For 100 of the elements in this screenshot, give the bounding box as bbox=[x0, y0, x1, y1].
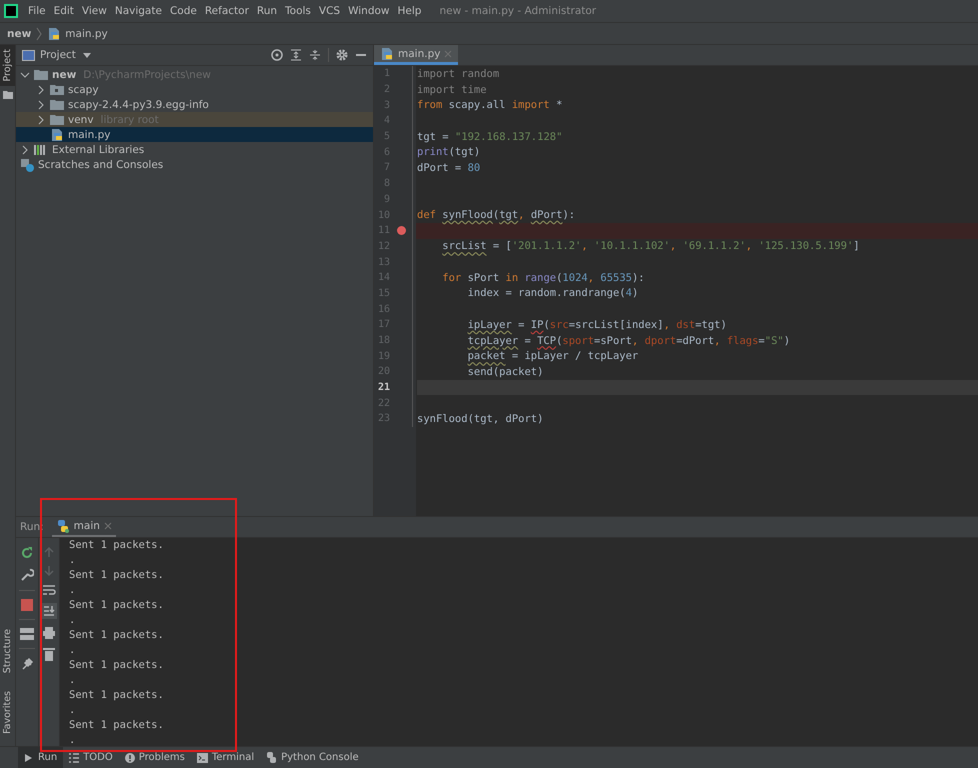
code-token: synFlood bbox=[442, 209, 493, 222]
code-token: ( bbox=[556, 272, 562, 284]
menu-item[interactable]: Navigate bbox=[110, 5, 166, 17]
rerun-icon[interactable] bbox=[20, 546, 34, 560]
chevron-icon[interactable] bbox=[36, 114, 46, 124]
code-token: '201.1.1.2' bbox=[512, 240, 582, 252]
console-output-line: Sent 1 packets. bbox=[69, 658, 165, 673]
code-token: dPort = bbox=[417, 162, 462, 174]
code-token: (tgt) bbox=[448, 146, 480, 158]
tree-item[interactable]: scapy bbox=[16, 82, 373, 97]
code-token: 65535 bbox=[600, 272, 632, 284]
code-token: "S" bbox=[764, 334, 784, 347]
console-output-line: . bbox=[69, 673, 76, 688]
menu-item[interactable]: Window bbox=[344, 5, 394, 17]
code-token: = bbox=[758, 334, 765, 347]
panel-icon bbox=[22, 50, 35, 60]
code-token: sPort bbox=[468, 272, 500, 284]
menu-item[interactable]: Help bbox=[394, 5, 426, 17]
editor-tab[interactable]: main.py bbox=[374, 45, 458, 65]
tool-window-tab[interactable]: Problems bbox=[118, 747, 191, 768]
code-token: =tgt) bbox=[695, 318, 727, 331]
code-token: ): bbox=[562, 209, 576, 222]
console-output-line: . bbox=[69, 583, 76, 598]
menu-item[interactable]: Run bbox=[252, 5, 282, 17]
project-tool-button[interactable]: Project bbox=[0, 45, 15, 86]
tool-window-tab[interactable]: TODO bbox=[63, 747, 119, 768]
console-output-line: Sent 1 packets. bbox=[69, 598, 165, 613]
code-token: , bbox=[746, 240, 754, 252]
line-number: 21 bbox=[376, 382, 390, 394]
code-token: src bbox=[550, 318, 569, 331]
chevron-icon[interactable] bbox=[20, 144, 30, 154]
code-token: "192.168.137.128" bbox=[454, 130, 562, 143]
trash-icon[interactable] bbox=[43, 647, 55, 661]
tool-window-tab[interactable]: Python Console bbox=[260, 747, 365, 768]
expand-all-icon[interactable] bbox=[290, 49, 302, 61]
code-token: for bbox=[442, 272, 462, 284]
code-token: * bbox=[556, 99, 562, 112]
code-token: tgt bbox=[499, 209, 518, 222]
tool-window-tab[interactable]: Terminal bbox=[190, 747, 260, 768]
list-icon bbox=[69, 752, 80, 762]
panel-title[interactable]: Project bbox=[40, 49, 76, 61]
dropdown-icon[interactable] bbox=[82, 52, 91, 58]
menu-item[interactable]: VCS bbox=[314, 5, 344, 17]
code-token: send(packet) bbox=[468, 366, 544, 378]
layout-icon[interactable] bbox=[20, 628, 34, 640]
breadcrumb-item[interactable]: main.py bbox=[65, 28, 108, 40]
code-token: = ipLayer / tcpLayer bbox=[510, 350, 638, 362]
wrench-icon[interactable] bbox=[20, 568, 34, 582]
console-output-line: . bbox=[69, 733, 76, 746]
chevron-icon bbox=[35, 26, 44, 40]
python-file-icon bbox=[380, 46, 394, 60]
folder-icon bbox=[2, 90, 12, 99]
tree-item[interactable]: main.py bbox=[16, 127, 373, 142]
pin-icon[interactable] bbox=[20, 657, 34, 671]
code-token: tcpLayer bbox=[468, 334, 518, 347]
soft-wrap-icon[interactable] bbox=[42, 584, 56, 596]
menu-item[interactable]: Code bbox=[166, 5, 201, 17]
code-token: print bbox=[417, 146, 449, 158]
tree-item[interactable]: Scratches and Consoles bbox=[16, 157, 373, 172]
menu-item[interactable]: Refactor bbox=[200, 5, 253, 17]
tool-window-button[interactable]: Structure bbox=[2, 628, 13, 674]
code-token: synFlood(tgt, dPort) bbox=[417, 412, 544, 425]
menu-item[interactable]: File bbox=[24, 5, 50, 17]
console-output-line: Sent 1 packets. bbox=[69, 568, 165, 583]
code-token: packet bbox=[468, 350, 506, 362]
code-token: , bbox=[581, 240, 589, 252]
print-icon[interactable] bbox=[42, 626, 56, 640]
chevron-icon[interactable] bbox=[36, 100, 46, 110]
terminal-icon bbox=[196, 752, 208, 762]
breakpoint-icon[interactable] bbox=[396, 226, 406, 235]
code-token: '69.1.1.2' bbox=[682, 240, 746, 252]
console-output-line: . bbox=[69, 703, 76, 718]
code-token: ) bbox=[784, 334, 790, 347]
breadcrumb-item[interactable]: new bbox=[7, 28, 32, 40]
code-token: =srcList[index] bbox=[568, 318, 664, 331]
collapse-all-icon[interactable] bbox=[309, 49, 321, 61]
python-file-icon bbox=[47, 26, 62, 40]
code-token: TCP bbox=[537, 334, 556, 347]
settings-icon[interactable] bbox=[336, 49, 348, 61]
locate-icon[interactable] bbox=[271, 49, 283, 61]
menu-item[interactable]: Edit bbox=[50, 5, 78, 17]
tree-item[interactable]: scapy-2.4.4-py3.9.egg-info bbox=[16, 97, 373, 112]
code-token: 80 bbox=[468, 162, 480, 174]
tool-window-button[interactable]: Favorites bbox=[2, 691, 13, 734]
scroll-to-end-icon[interactable] bbox=[41, 603, 57, 619]
code-token: ) bbox=[632, 287, 638, 300]
folder-icon bbox=[50, 99, 64, 110]
chevron-icon[interactable] bbox=[36, 84, 46, 94]
console-output-line: . bbox=[69, 643, 76, 658]
code-token: = bbox=[523, 334, 532, 347]
menu-item[interactable]: View bbox=[78, 5, 111, 17]
code-token: index = random.randrange( bbox=[468, 287, 626, 300]
tree-item[interactable]: External Libraries bbox=[16, 142, 373, 157]
chevron-icon[interactable] bbox=[20, 70, 30, 80]
tool-window-tab[interactable]: Run bbox=[18, 747, 64, 768]
code-token: =sPort bbox=[594, 334, 632, 347]
console-output-line: . bbox=[69, 613, 76, 628]
code-token: import random bbox=[417, 68, 500, 80]
code-token: , bbox=[518, 209, 526, 222]
menu-item[interactable]: Tools bbox=[281, 5, 315, 17]
